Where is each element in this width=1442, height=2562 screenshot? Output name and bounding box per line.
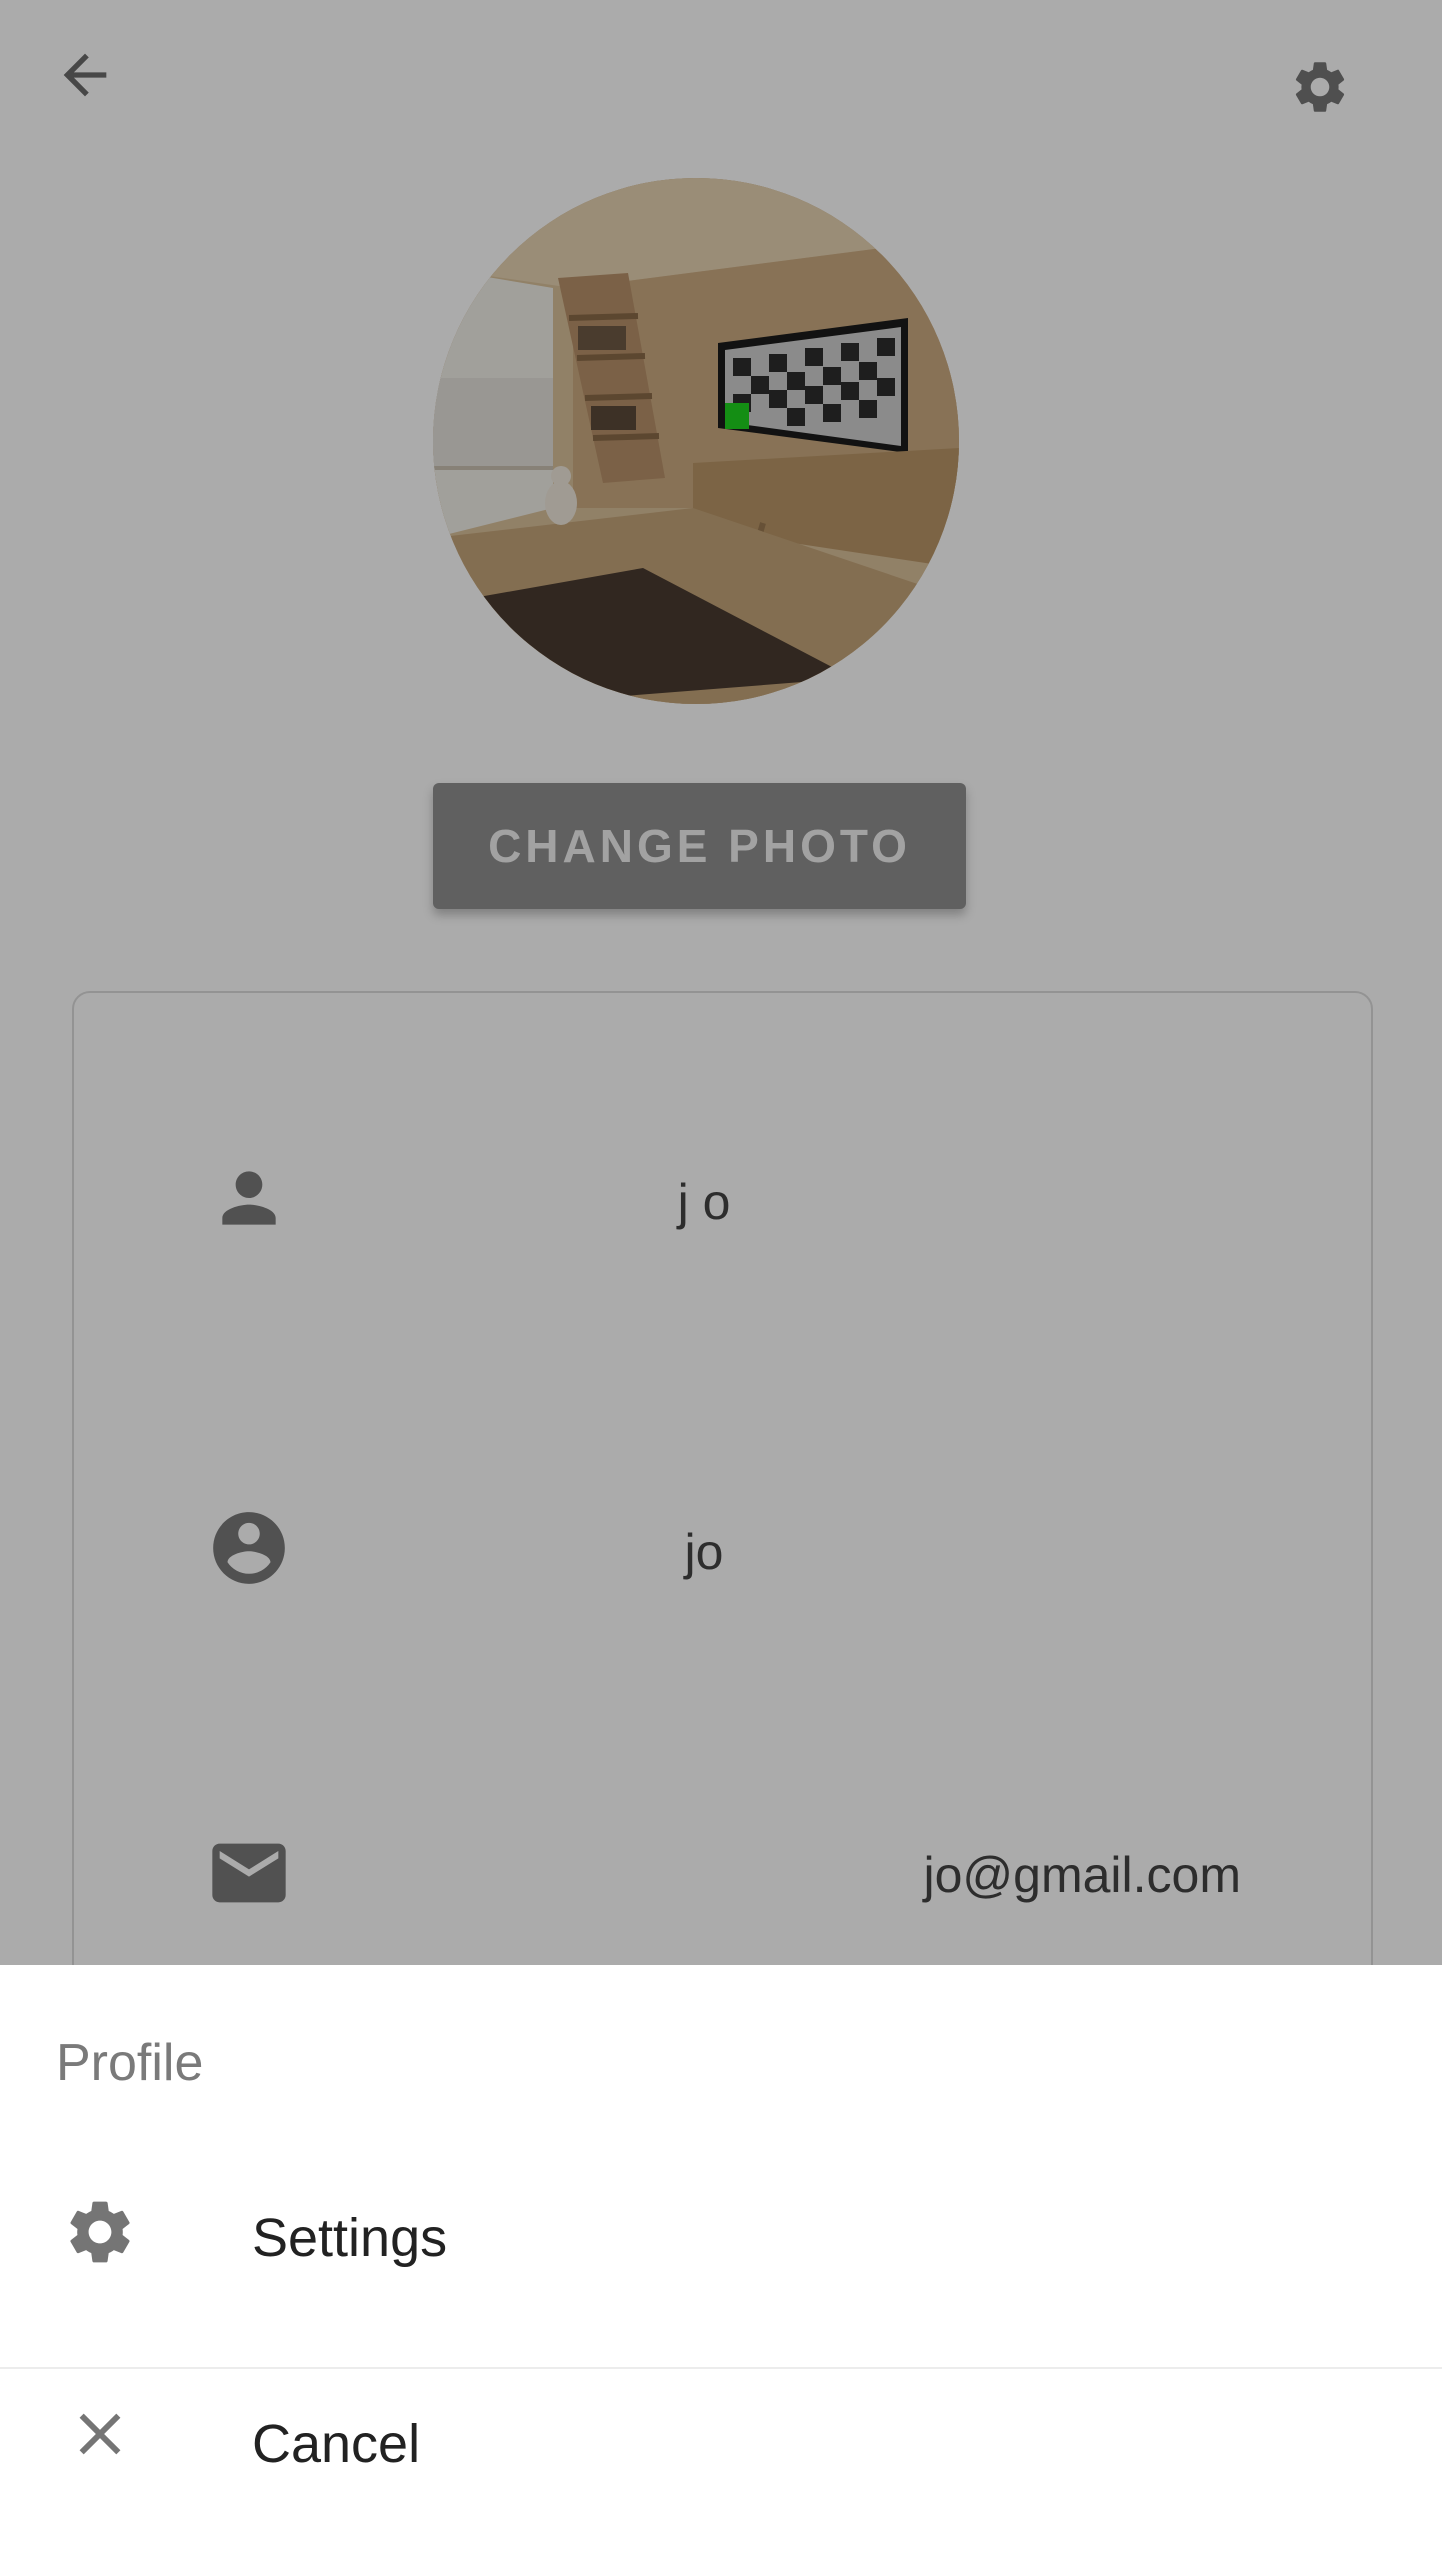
sheet-title: Profile — [56, 2034, 204, 2092]
sheet-item-settings[interactable]: Settings — [0, 2165, 1442, 2355]
modal-scrim[interactable] — [0, 0, 1442, 1965]
sheet-item-settings-label: Settings — [252, 2208, 448, 2268]
sheet-item-cancel[interactable]: Cancel — [0, 2369, 1442, 2559]
bottom-sheet: Profile Settings Cancel — [0, 1965, 1442, 2562]
profile-screen: CHANGE PHOTO j o jo jo@gmail.com — [0, 0, 1442, 1965]
sheet-item-cancel-label: Cancel — [252, 2414, 421, 2474]
close-icon — [55, 2389, 145, 2479]
gear-icon — [55, 2187, 145, 2277]
